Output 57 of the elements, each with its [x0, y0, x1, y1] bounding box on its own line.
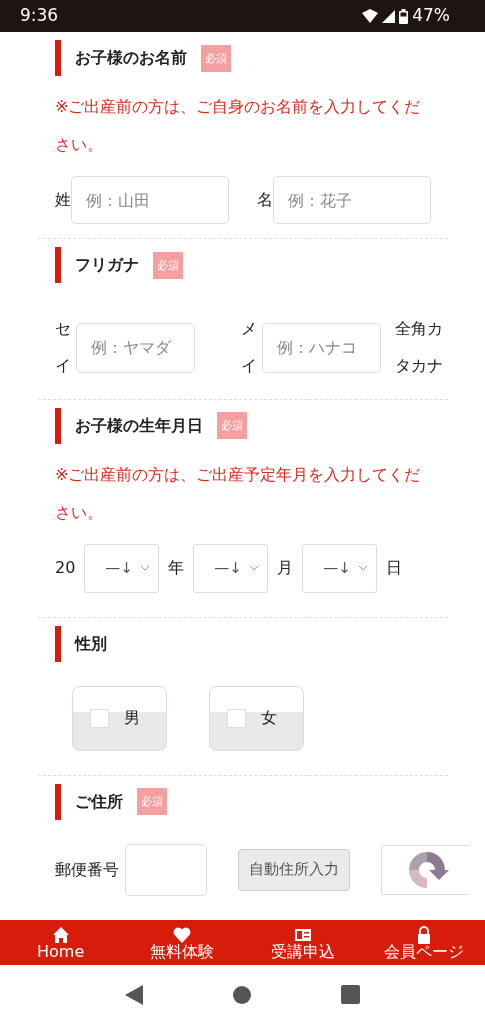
checkbox-option[interactable]: 男: [72, 685, 167, 751]
chevron-down-icon: [249, 565, 260, 572]
notice-text: ※ご出産前の方は、ご出産予定年月を入力してください。: [55, 463, 422, 524]
section-title: お子様のお名前: [75, 47, 187, 69]
nav-tab[interactable]: 受講申込: [242, 920, 364, 965]
heading-marker: [55, 625, 61, 662]
section-title: フリガナ: [75, 254, 139, 276]
text-input[interactable]: 例：ハナコ: [262, 322, 381, 373]
field-label: 姓: [55, 189, 71, 211]
unit-label: 年: [168, 557, 185, 580]
nav-tab[interactable]: Home: [0, 920, 122, 965]
section-title: ご住所: [75, 790, 123, 813]
text-input[interactable]: 例：花子: [273, 176, 431, 224]
section-title: お子様の生年月日: [75, 414, 203, 437]
checkbox[interactable]: [227, 708, 246, 728]
field-label: 名: [257, 189, 273, 211]
battery-percent: 47%: [412, 4, 450, 28]
required-tag: 必須: [217, 412, 247, 440]
postal-code-input[interactable]: [125, 843, 207, 896]
required-tag: 必須: [153, 251, 183, 279]
wifi-icon: [362, 9, 379, 23]
unit-label: 日: [386, 557, 403, 580]
home-circle-icon: [233, 985, 251, 1004]
dropdown-select[interactable]: —↓: [302, 543, 378, 593]
home-icon: [51, 925, 70, 944]
clock-time: 9:36: [20, 4, 59, 28]
checkbox[interactable]: [90, 708, 109, 728]
year-prefix: 20: [55, 557, 76, 580]
chevron-down-icon: [358, 565, 369, 572]
heading-marker: [55, 40, 61, 76]
captcha-widget[interactable]: [381, 844, 471, 895]
auto-fill-button[interactable]: 自動住所入力: [238, 848, 350, 891]
heading-marker: [55, 407, 61, 444]
required-tag: 必須: [201, 44, 231, 72]
text-input[interactable]: 例：ヤマダ: [76, 322, 195, 373]
required-tag: 必須: [137, 788, 167, 816]
notice-text: ※ご出産前の方は、ご自身のお名前を入力してください。: [55, 96, 422, 156]
chevron-down-icon: [140, 565, 151, 572]
hint-text: 全角カタカナ: [395, 318, 444, 377]
recents-square-icon: [341, 985, 360, 1004]
checkbox-option[interactable]: 女: [209, 685, 304, 751]
heading-marker: [55, 247, 61, 283]
nav-tab[interactable]: 無料体験: [121, 920, 243, 965]
section-title: 性別: [75, 632, 107, 655]
signal-icon: [382, 9, 396, 23]
field-label: セイ: [55, 318, 71, 377]
battery-icon: [399, 8, 409, 24]
back-icon: [125, 984, 143, 1005]
dropdown-select[interactable]: —↓: [193, 543, 269, 593]
heading-marker: [55, 783, 61, 820]
field-label: 郵便番号: [55, 858, 119, 881]
text-input[interactable]: 例：山田: [71, 176, 229, 224]
field-label: メイ: [241, 318, 257, 377]
nav-tab[interactable]: 会員ページ: [363, 920, 485, 965]
dropdown-select[interactable]: —↓: [84, 543, 160, 593]
unit-label: 月: [277, 557, 294, 580]
heart-icon: [172, 925, 191, 944]
